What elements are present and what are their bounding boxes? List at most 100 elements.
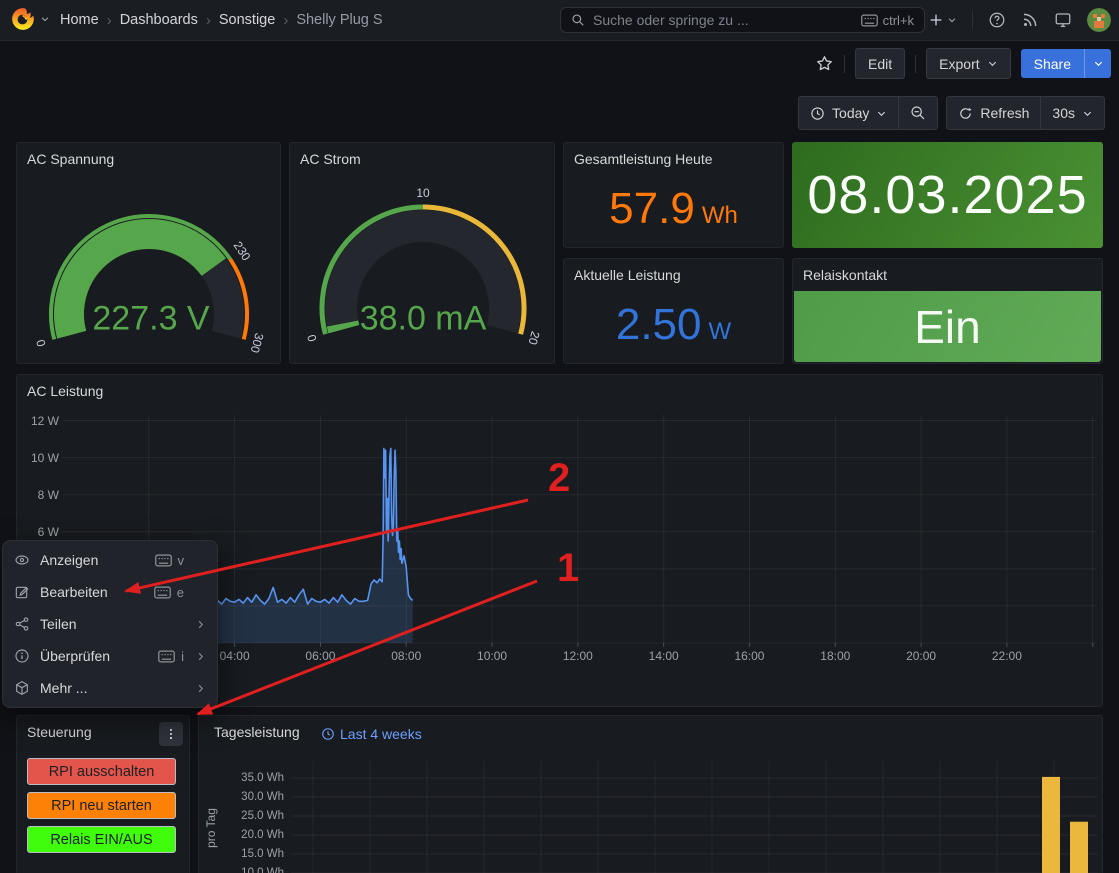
breadcrumb-item-shelly-plug-s[interactable]: Shelly Plug S [296,12,382,28]
divider [915,55,916,73]
share-button[interactable]: Share [1021,49,1084,78]
divider [844,55,845,73]
stat-value: 57.9 [609,187,695,231]
share-button-group: Share [1021,49,1111,78]
add-new-button[interactable] [928,12,957,28]
y-axis-label: 25.0 Wh [224,810,284,822]
help-icon[interactable] [988,11,1006,29]
info-icon [14,648,30,664]
panel-menu-button[interactable] [159,722,183,746]
eye-icon [14,552,30,568]
panel-date: 08.03.2025 [792,142,1103,248]
share-alt-icon [14,616,30,632]
keyboard-icon [154,586,171,599]
stat-value: 2.50 [616,303,702,347]
star-icon[interactable] [815,54,834,73]
time-range-picker[interactable]: Today [799,97,898,129]
keyboard-icon [158,650,175,663]
breadcrumb-separator: › [107,12,112,29]
chevron-right-icon [194,683,206,694]
refresh-label: Refresh [980,105,1029,121]
gauge-value: 227.3 V [92,300,209,339]
monitor-icon[interactable] [1054,11,1072,29]
refresh-button[interactable]: Refresh [947,97,1040,129]
breadcrumb-separator: › [283,12,288,29]
panel-title: Tagesleistung [214,724,300,740]
menu-item-mehr-[interactable]: Mehr ... [3,672,217,704]
x-axis-label: 14:00 [649,649,679,663]
y-axis-label: 10 W [17,451,59,465]
refresh-interval-picker[interactable]: 30s [1040,97,1104,129]
chevron-right-icon [195,651,206,662]
stat-unit: Wh [702,202,738,230]
breadcrumb-item-sonstige[interactable]: Sonstige [219,12,275,28]
time-range-override-link[interactable]: Last 4 weeks [321,726,422,742]
panel-context-menu: Anzeigen v Bearbeiten e Teilen ÜberprüfeniMeh… [2,540,218,708]
menu-item-shortcut: e [154,585,184,600]
menu-item-label: Anzeigen [40,552,145,568]
menu-item-label: Teilen [40,616,184,632]
control-button-rpi-ausschalten[interactable]: RPI ausschalten [27,758,176,785]
breadcrumb-item-home[interactable]: Home [60,12,99,28]
clock-icon [321,727,335,741]
x-axis-label: 22:00 [992,649,1022,663]
menu-item-teilen[interactable]: Teilen [3,608,217,640]
menu-item-bearbeiten[interactable]: Bearbeiten e [3,576,217,608]
panel-title: AC Strom [300,151,361,167]
relay-state: Ein [794,291,1101,362]
panel-ac-spannung: AC Spannung 227.3 V 0230300 [16,142,281,364]
export-button[interactable]: Export [926,48,1010,79]
chevron-right-icon [195,619,206,630]
chevron-right-icon [194,651,206,662]
x-axis-label: 08:00 [391,649,421,663]
time-range-label: Today [832,105,869,121]
panel-title: Relaiskontakt [803,267,887,283]
refresh-interval: 30s [1052,105,1075,121]
gauge-value: 38.0 mA [360,300,487,339]
search-shortcut: ctrl+k [883,13,914,28]
refresh-icon [958,106,973,121]
control-button-relais-ein-aus[interactable]: Relais EIN/AUS [27,826,176,853]
y-axis-label: 12 W [17,414,59,428]
menu-item--berpr-fen[interactable]: Überprüfeni [3,640,217,672]
x-axis-label: 10:00 [477,649,507,663]
kebab-menu-icon [164,727,178,741]
refresh-group: Refresh 30s [946,96,1105,130]
dashboard-toolbar: Edit Export Share [815,48,1111,79]
y-axis-label: 35.0 Wh [224,772,284,784]
chevron-down-icon [40,14,50,24]
gauge-tick-label: 10 [416,186,429,200]
x-axis-label: 16:00 [734,649,764,663]
menu-item-anzeigen[interactable]: Anzeigen v [3,544,217,576]
y-axis-label: 15.0 Wh [224,848,284,860]
top-nav: Home›Dashboards›Sonstige›Shelly Plug S S… [0,0,1119,41]
breadcrumb: Home›Dashboards›Sonstige›Shelly Plug S [60,0,383,40]
avatar[interactable] [1087,8,1111,32]
menu-item-label: Bearbeiten [40,584,144,600]
share-dropdown-button[interactable] [1084,49,1111,78]
breadcrumb-item-dashboards[interactable]: Dashboards [120,12,198,28]
search-icon [571,13,585,27]
news-rss-icon[interactable] [1021,11,1039,29]
panel-title: Gesamtleistung Heute [574,151,713,167]
keyboard-icon [155,554,172,567]
panel-relaiskontakt: Relaiskontakt Ein [792,258,1103,364]
zoom-out-button[interactable] [898,97,937,129]
y-axis-label: 30.0 Wh [224,791,284,803]
edit-button[interactable]: Edit [855,48,905,79]
grafana-logo[interactable] [10,6,50,32]
y-axis-label: 10.0 Wh [224,867,284,873]
search-input[interactable]: Suche oder springe zu ... ctrl+k [560,7,925,33]
chevron-down-icon [987,58,998,69]
plus-icon [928,12,944,28]
control-button-rpi-neu-starten[interactable]: RPI neu starten [27,792,176,819]
x-axis-label: 20:00 [906,649,936,663]
zoom-out-icon [910,105,926,121]
x-axis-label: 06:00 [305,649,335,663]
grafana-logo-icon [10,6,36,32]
panel-steuerung: Steuerung RPI ausschaltenRPI neu starten… [16,715,190,873]
menu-item-shortcut: v [155,553,185,568]
time-controls: Today Refresh [798,96,1105,130]
date-value: 08.03.2025 [807,164,1087,226]
menu-item-shortcut: i [158,649,184,664]
